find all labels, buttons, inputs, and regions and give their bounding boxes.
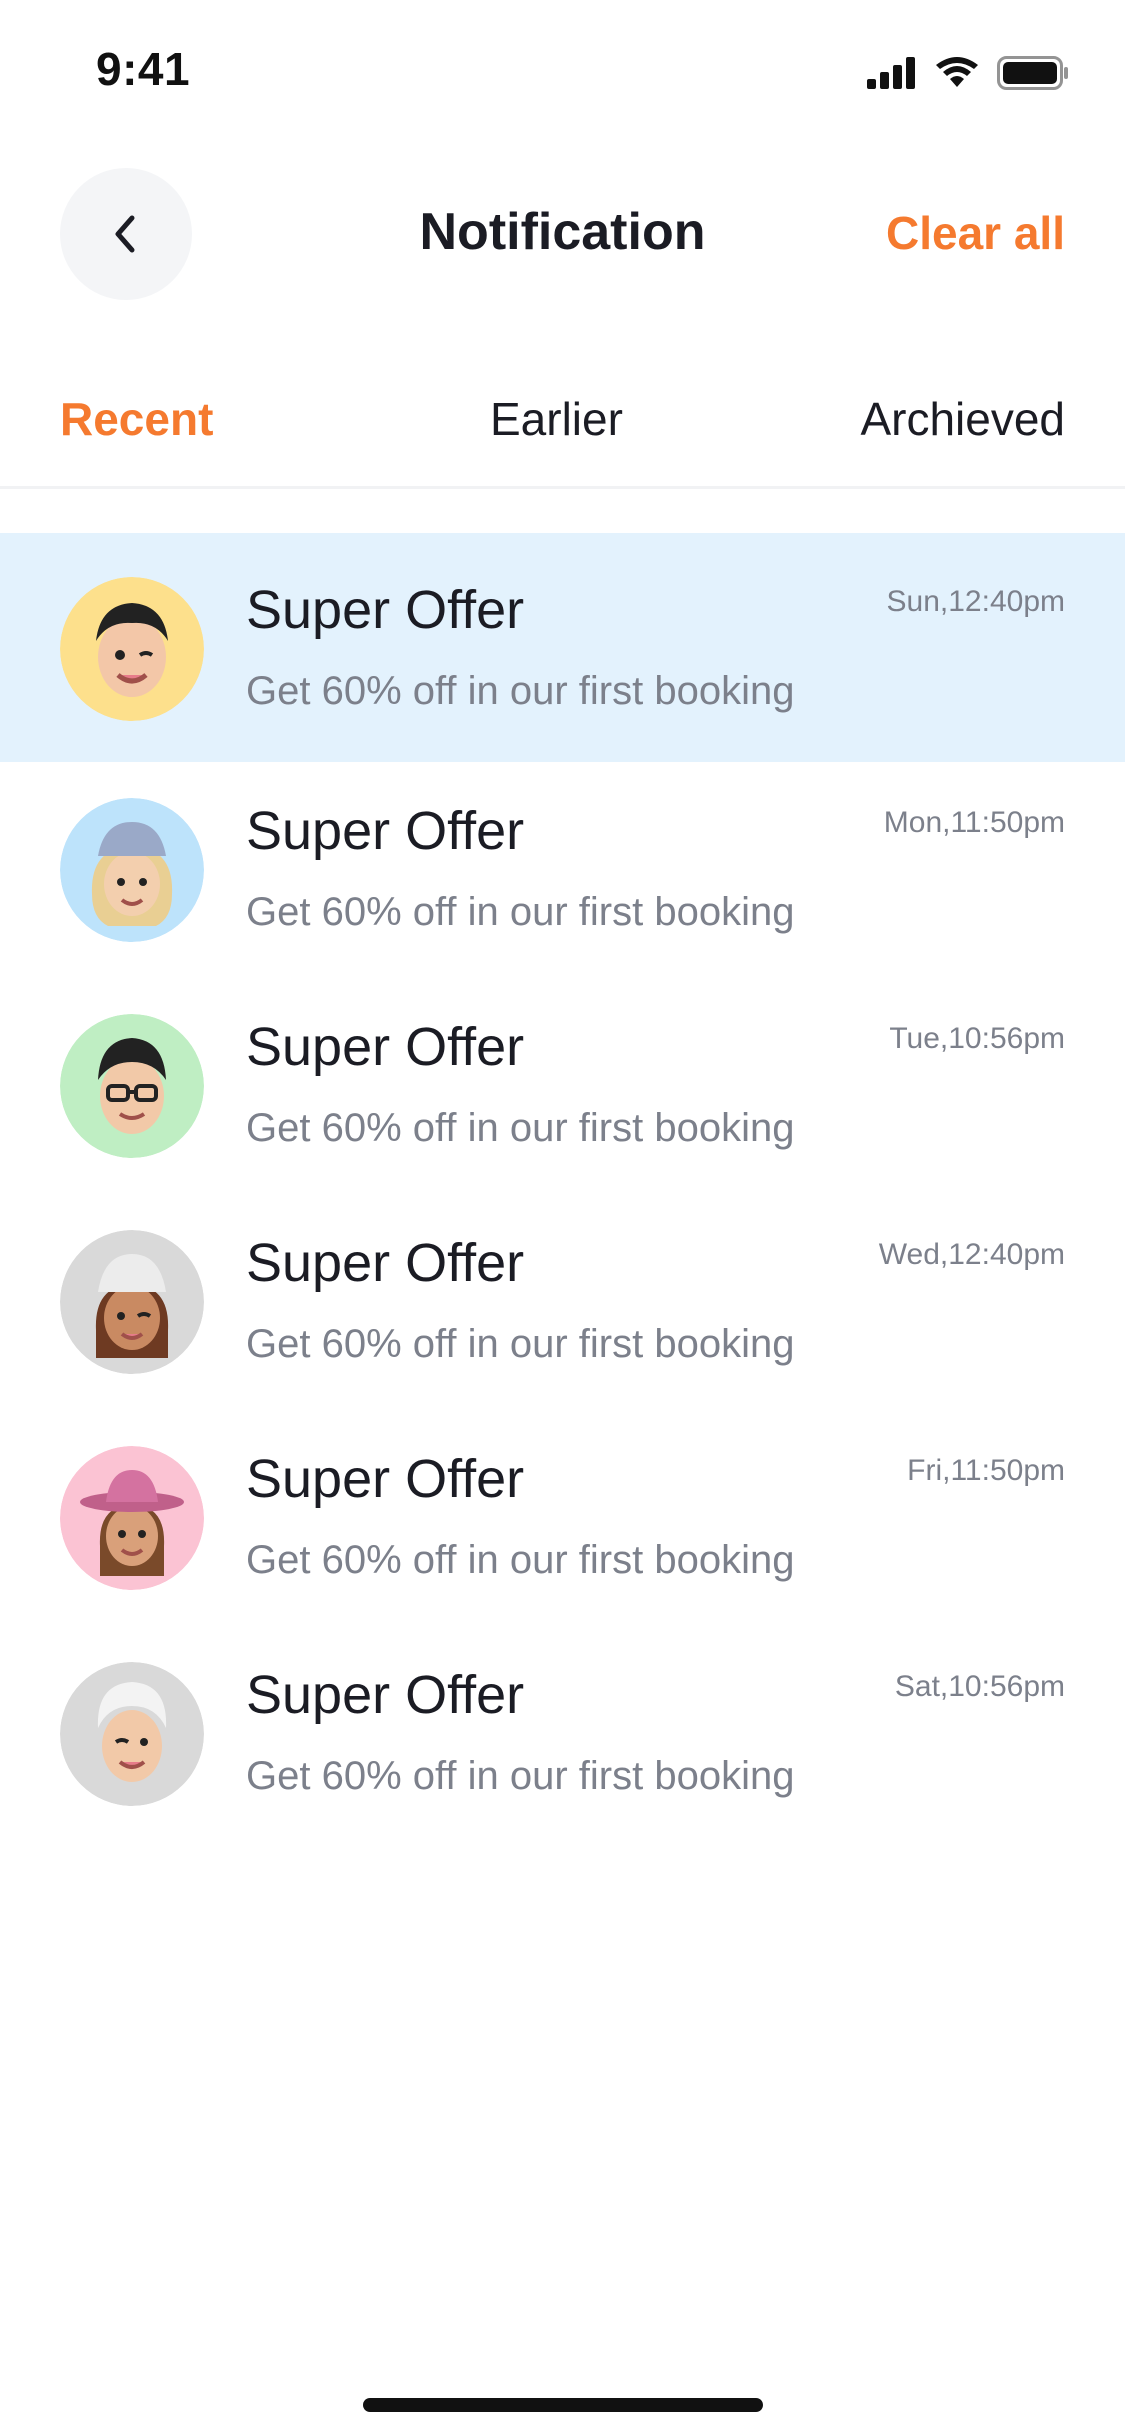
notification-item[interactable]: Super Offer Get 60% off in our first boo… (0, 1410, 1125, 1626)
avatar (60, 1446, 204, 1590)
notification-title: Super Offer (246, 580, 525, 640)
wifi-icon (936, 57, 978, 87)
avatar (60, 1662, 204, 1806)
notification-time: Mon,11:50pm (883, 806, 1065, 839)
notification-body: Get 60% off in our first booking (246, 1538, 795, 1582)
tab-recent[interactable]: Recent (60, 392, 213, 446)
status-time: 9:41 (96, 43, 191, 95)
status-icons (867, 56, 1069, 90)
signal-icon (867, 57, 915, 89)
notification-title: Super Offer (246, 801, 525, 861)
tab-bar: Recent Earlier Archieved (0, 360, 1125, 489)
header: Notification Clear all (0, 160, 1125, 310)
tab-earlier[interactable]: Earlier (490, 392, 623, 446)
avatar (60, 798, 204, 942)
notification-item[interactable]: Super Offer Get 60% off in our first boo… (0, 533, 1125, 762)
home-indicator[interactable] (363, 2398, 763, 2412)
tab-archieved[interactable]: Archieved (860, 392, 1065, 446)
notification-body: Get 60% off in our first booking (246, 1106, 795, 1150)
notification-time: Sat,10:56pm (894, 1670, 1065, 1703)
notification-time: Tue,10:56pm (889, 1022, 1065, 1055)
notification-title: Super Offer (246, 1665, 525, 1725)
notification-body: Get 60% off in our first booking (246, 1754, 795, 1798)
notification-title: Super Offer (246, 1017, 525, 1077)
notification-body: Get 60% off in our first booking (246, 1322, 795, 1366)
notification-body: Get 60% off in our first booking (246, 890, 795, 934)
notification-body: Get 60% off in our first booking (246, 669, 795, 713)
notification-title: Super Offer (246, 1233, 525, 1293)
notification-item[interactable]: Super Offer Get 60% off in our first boo… (0, 1194, 1125, 1410)
notification-item[interactable]: Super Offer Get 60% off in our first boo… (0, 1626, 1125, 1842)
avatar (60, 1014, 204, 1158)
notification-time: Fri,11:50pm (907, 1454, 1065, 1487)
avatar (60, 1230, 204, 1374)
notification-list: Super Offer Get 60% off in our first boo… (0, 533, 1125, 1842)
notification-time: Wed,12:40pm (878, 1238, 1065, 1271)
notification-item[interactable]: Super Offer Get 60% off in our first boo… (0, 978, 1125, 1194)
status-bar: 9:41 (0, 0, 1125, 140)
notification-item[interactable]: Super Offer Get 60% off in our first boo… (0, 762, 1125, 978)
battery-icon (997, 56, 1068, 90)
clear-all-button[interactable]: Clear all (886, 206, 1065, 260)
notification-time: Sun,12:40pm (886, 585, 1065, 618)
avatar (60, 577, 204, 721)
notification-title: Super Offer (246, 1449, 525, 1509)
